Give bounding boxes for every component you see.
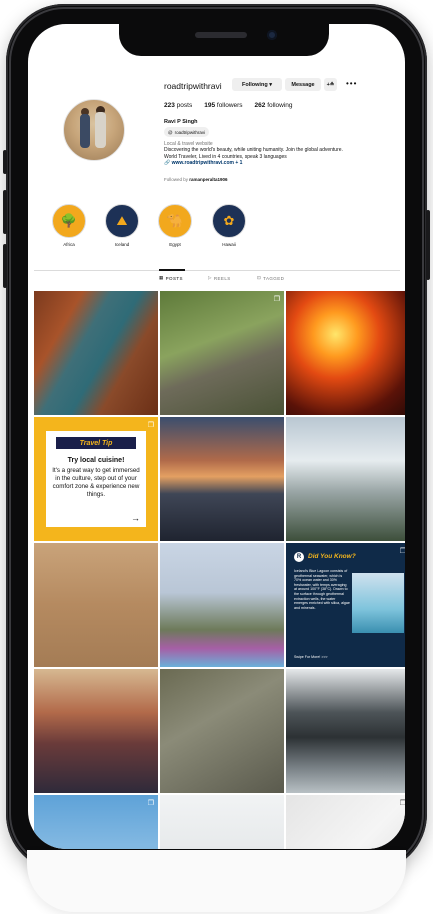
followers-label: followers — [216, 102, 243, 109]
highlight-label: Egypt — [169, 242, 181, 247]
silent-switch — [3, 150, 7, 174]
profile-stats: 223 posts 195 followers 262 following — [164, 102, 293, 109]
front-camera-icon — [267, 30, 277, 40]
tab-posts[interactable]: ▦ POSTS — [159, 275, 183, 281]
carousel-icon: ❐ — [399, 548, 405, 555]
profile-bio: Local & travel website Discovering the w… — [164, 141, 394, 167]
carousel-icon: ❐ — [273, 296, 280, 303]
post-tile[interactable] — [160, 543, 284, 667]
posts-label: posts — [176, 102, 193, 109]
speaker-grille — [195, 32, 247, 38]
avatar-person — [95, 112, 106, 148]
travel-tip-headline: Try local cuisine! — [67, 457, 125, 464]
tab-tagged[interactable]: ⊡ TAGGED — [257, 275, 284, 281]
message-button[interactable]: Message — [285, 78, 321, 91]
volume-down-button — [3, 244, 7, 288]
carousel-icon: ❐ — [147, 422, 154, 429]
followed-by-user: ramanperalta1906 — [189, 177, 228, 182]
post-tile[interactable]: ❐ — [286, 795, 405, 849]
following-count: 262 — [254, 102, 266, 109]
post-tile[interactable] — [160, 669, 284, 793]
avatar-person — [80, 114, 90, 148]
following-label: following — [267, 102, 293, 109]
following-button[interactable]: Following ▾ — [232, 78, 282, 91]
profile-avatar[interactable] — [63, 99, 125, 161]
travel-tip-title: Travel Tip — [56, 437, 136, 449]
post-tile-did-you-know[interactable]: ❐ R Did You Know? Iceland's Blue Lagoon … — [286, 543, 405, 667]
post-tile[interactable] — [34, 543, 158, 667]
posts-grid: ❐ ❐ Travel Tip Try local cuisine! It's a… — [34, 291, 405, 849]
posts-stat[interactable]: 223 posts — [164, 102, 192, 109]
display-name: Ravi P Singh — [164, 119, 198, 125]
notch — [119, 24, 329, 56]
highlight-label: Iceland — [114, 242, 130, 247]
followers-count: 195 — [204, 102, 216, 109]
threads-icon: @ — [168, 129, 173, 135]
tagged-icon: ⊡ — [257, 275, 262, 280]
more-options-icon[interactable]: ••• — [346, 79, 357, 88]
post-tile[interactable]: ❐ — [34, 795, 158, 849]
brand-logo-icon: R — [294, 552, 304, 562]
profile-link-text: www.roadtripwithravi.com + 1 — [171, 160, 243, 167]
grid-icon: ▦ — [159, 275, 164, 280]
travel-tip-body: It's a great way to get immersed in the … — [52, 467, 140, 498]
post-tile[interactable] — [286, 669, 405, 793]
did-you-know-footer: Swipe For More! >>> — [294, 655, 328, 659]
post-tile-travel-tip[interactable]: ❐ Travel Tip Try local cuisine! It's a g… — [34, 417, 158, 541]
post-tile[interactable] — [286, 417, 405, 541]
post-tile[interactable] — [34, 291, 158, 415]
highlight-africa[interactable]: 🌳 Africa — [51, 204, 87, 247]
arrow-right-icon: → — [131, 513, 140, 523]
travel-tip-card: Travel Tip Try local cuisine! It's a gre… — [46, 431, 146, 527]
tree-icon: 🌳 — [52, 204, 86, 238]
post-tile[interactable] — [160, 795, 284, 849]
did-you-know-text: Iceland's Blue Lagoon consists of geothe… — [294, 569, 350, 610]
threads-badge[interactable]: @ roadtripwithravi — [164, 127, 210, 137]
active-tab-indicator — [159, 269, 185, 271]
following-stat[interactable]: 262 following — [255, 102, 293, 109]
tab-label: REELS — [213, 275, 231, 281]
highlight-label: Africa — [63, 242, 75, 247]
followed-by[interactable]: Followed by ramanperalta1906 — [164, 177, 228, 182]
mountain-icon: ⛰ — [105, 204, 139, 238]
highlight-label: Hawaii — [222, 242, 236, 247]
followed-by-prefix: Followed by — [164, 177, 190, 182]
threads-handle: roadtripwithravi — [174, 129, 206, 135]
volume-up-button — [3, 190, 7, 234]
post-tile[interactable] — [34, 669, 158, 793]
carousel-icon: ❐ — [147, 800, 154, 807]
tab-label: POSTS — [165, 275, 183, 281]
highlight-hawaii[interactable]: ✿ Hawaii — [211, 204, 247, 247]
add-user-button[interactable]: +≗ — [324, 78, 337, 91]
post-tile[interactable] — [286, 291, 405, 415]
did-you-know-title: Did You Know? — [308, 553, 356, 560]
tabs-divider — [34, 270, 400, 271]
camel-icon: 🐪 — [158, 204, 192, 238]
posts-count: 223 — [164, 102, 175, 109]
hibiscus-icon: ✿ — [212, 204, 246, 238]
link-icon: 🔗 — [164, 160, 171, 167]
profile-username: roadtripwithravi — [164, 81, 222, 91]
tab-label: TAGGED — [263, 275, 285, 281]
reels-icon: ▷ — [208, 275, 212, 280]
blue-lagoon-image — [352, 573, 404, 633]
post-tile[interactable]: ❐ — [160, 291, 284, 415]
phone-base-reflection — [27, 850, 406, 912]
followers-stat[interactable]: 195 followers — [204, 102, 242, 109]
highlight-egypt[interactable]: 🐪 Egypt — [157, 204, 193, 247]
tab-reels[interactable]: ▷ REELS — [208, 275, 231, 281]
highlight-iceland[interactable]: ⛰ Iceland — [104, 204, 140, 247]
post-tile[interactable] — [160, 417, 284, 541]
profile-link[interactable]: 🔗 www.roadtripwithravi.com + 1 — [164, 160, 394, 166]
carousel-icon: ❐ — [399, 800, 405, 807]
phone-screen: roadtripwithravi Following ▾ Message +≗ … — [28, 24, 405, 849]
power-button — [426, 210, 430, 280]
